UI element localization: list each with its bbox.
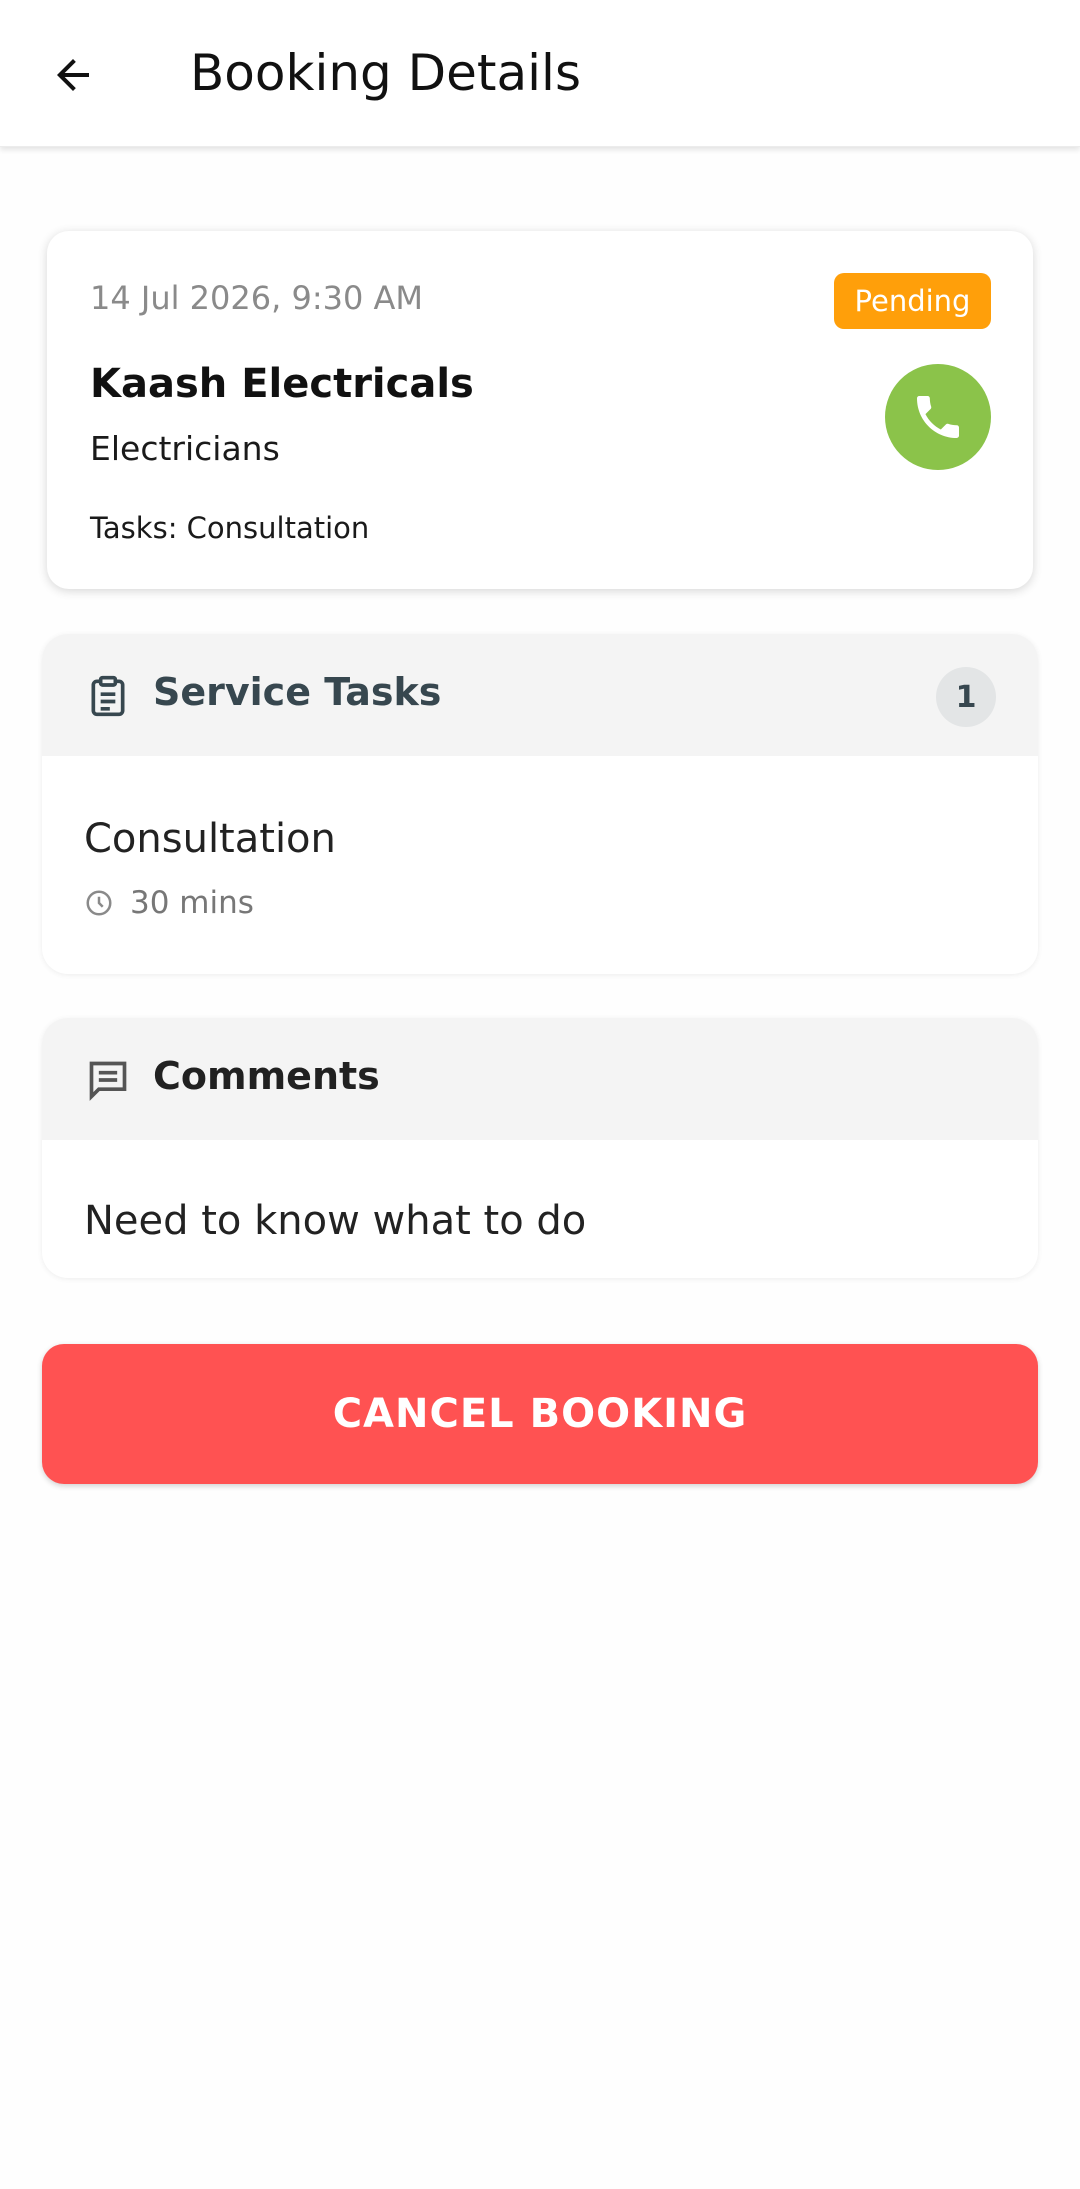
task-duration: 30 mins [130,885,254,921]
task-name: Consultation [84,816,336,862]
comment-icon [89,1061,127,1101]
call-button[interactable] [885,364,991,470]
arrow-left-icon [57,59,89,91]
tasks-summary: Tasks: Consultation [90,511,370,545]
cancel-booking-button[interactable]: CANCEL BOOKING [42,1344,1038,1484]
phone-icon [917,396,959,438]
booking-summary-card: 14 Jul 2026, 9:30 AM Pending Kaash Elect… [47,231,1033,589]
app-bar: Booking Details [0,0,1080,147]
status-badge: Pending [834,273,991,329]
task-duration-row: 30 mins [84,885,254,921]
comments-header: Comments [42,1018,1038,1140]
comments-section: Comments Need to know what to do [42,1018,1038,1278]
provider-category: Electricians [90,429,280,468]
provider-name: Kaash Electricals [90,361,474,407]
booking-datetime: 14 Jul 2026, 9:30 AM [90,279,423,317]
service-tasks-title: Service Tasks [153,670,442,714]
service-tasks-section: Service Tasks 1 Consultation 30 mins [42,634,1038,974]
comments-title: Comments [153,1054,380,1098]
back-button[interactable] [28,30,118,120]
service-tasks-header: Service Tasks 1 [42,634,1038,756]
comment-text: Need to know what to do [84,1198,587,1244]
clipboard-icon [91,675,125,717]
task-count-badge: 1 [936,667,996,727]
clock-icon [86,890,112,916]
page-title: Booking Details [190,44,581,102]
